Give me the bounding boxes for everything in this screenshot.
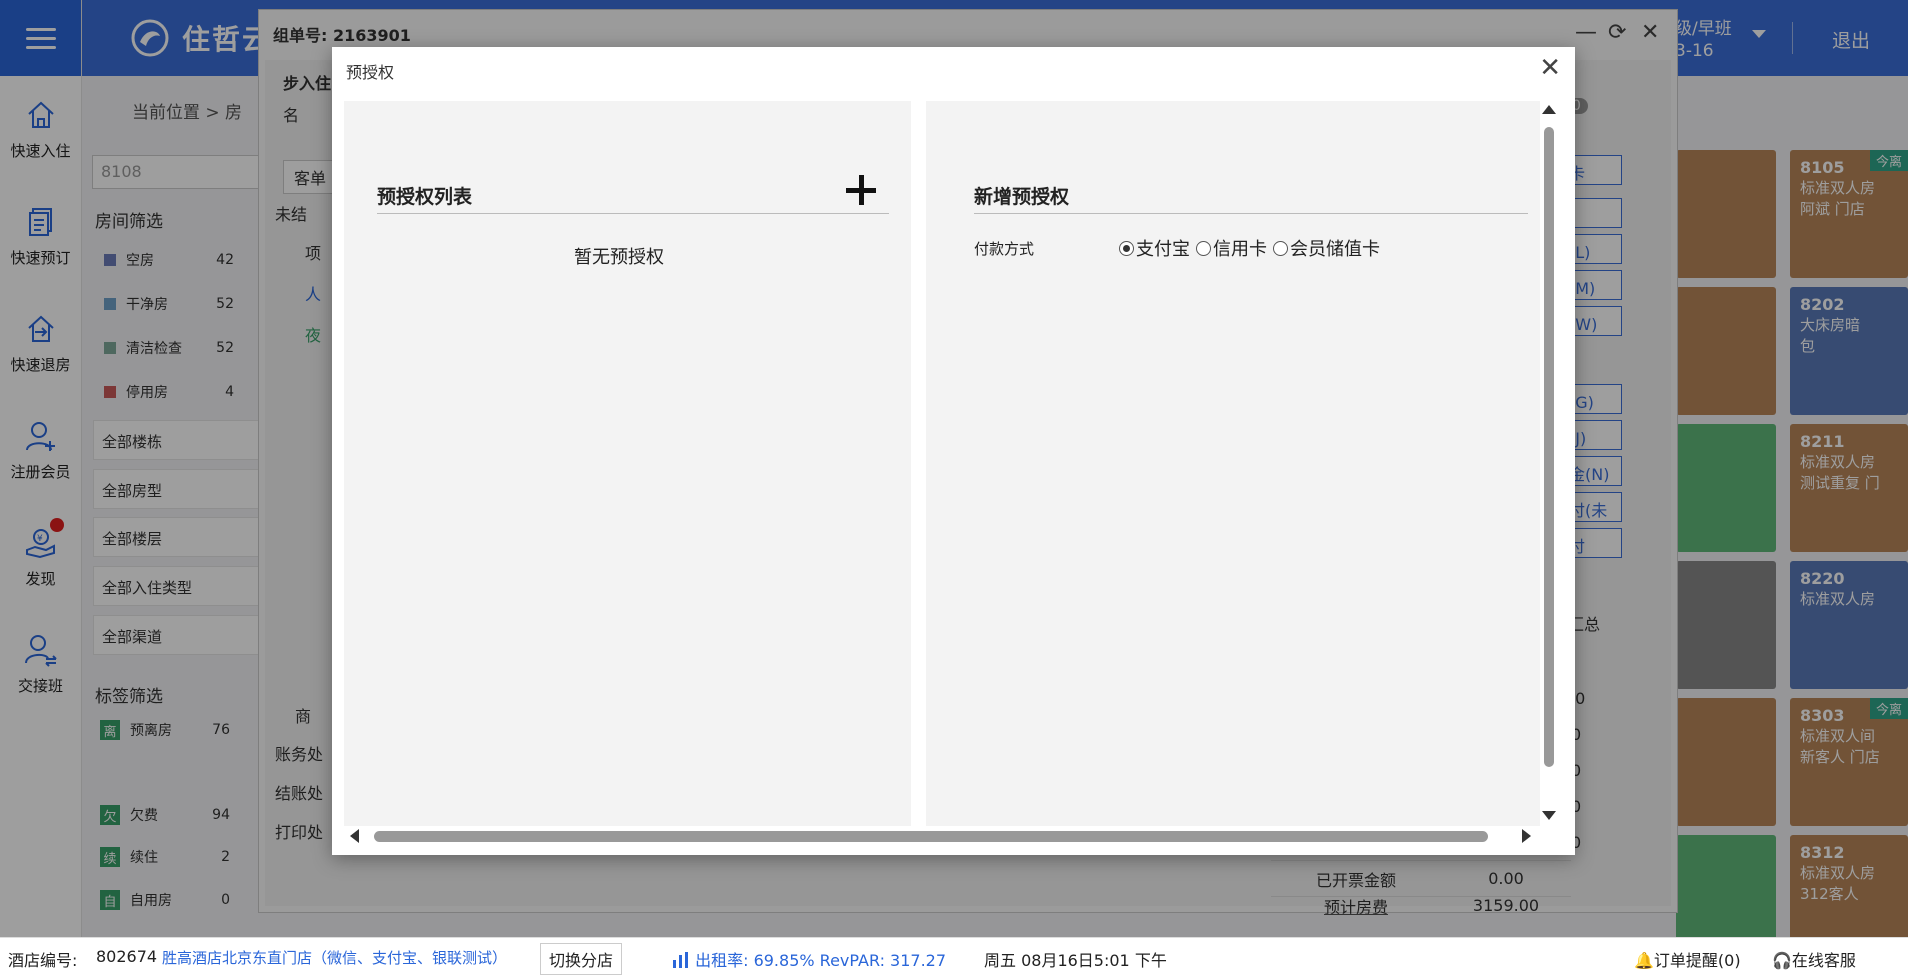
dialog-title: 预授权 <box>346 63 395 82</box>
status-bar: 酒店编号: 802674 胜高酒店北京东直门店（微信、支付宝、银联测试） 切换分… <box>0 937 1908 975</box>
hotel-name[interactable]: 胜高酒店北京东直门店（微信、支付宝、银联测试） <box>162 947 507 968</box>
payment-method-group: 支付宝 信用卡 会员储值卡 <box>1119 235 1386 261</box>
occupancy-text: 出租率: 69.85% RevPAR: 317.27 <box>695 951 947 970</box>
hotel-number: 802674 <box>96 947 158 966</box>
scroll-thumb[interactable] <box>374 831 1488 842</box>
preauth-list-title: 预授权列表 <box>377 186 473 208</box>
online-support[interactable]: 🎧在线客服 <box>1772 947 1856 971</box>
panel-gap <box>911 101 926 826</box>
radio-alipay[interactable]: 支付宝 <box>1119 235 1190 261</box>
radio-label: 会员储值卡 <box>1290 239 1380 260</box>
dialog-body: 预授权列表 暂无预授权 新增预授权 付款方式 支付宝 信用卡 会员储值卡 <box>344 101 1540 826</box>
bar-chart-icon <box>673 952 688 968</box>
scroll-right-icon[interactable] <box>1522 829 1531 843</box>
bell-icon: 🔔 <box>1634 951 1654 970</box>
scroll-left-icon[interactable] <box>350 829 359 843</box>
support-text: 在线客服 <box>1791 951 1856 970</box>
scroll-thumb[interactable] <box>1544 127 1554 767</box>
radio-credit-card[interactable]: 信用卡 <box>1196 235 1267 261</box>
divider <box>974 213 1528 214</box>
payment-method-label: 付款方式 <box>974 240 1035 258</box>
preauth-dialog: 预授权 ✕ 预授权列表 暂无预授权 新增预授权 付款方式 支付宝 信用卡 会员储… <box>332 47 1575 855</box>
scroll-up-icon[interactable] <box>1542 105 1556 114</box>
radio-unchecked-icon <box>1196 240 1211 256</box>
vertical-scrollbar[interactable] <box>1540 101 1556 826</box>
preauth-list-panel: 预授权列表 暂无预授权 <box>344 101 911 826</box>
close-icon[interactable]: ✕ <box>1539 55 1561 81</box>
scroll-down-icon[interactable] <box>1542 811 1556 820</box>
radio-member-card[interactable]: 会员储值卡 <box>1273 235 1380 261</box>
divider <box>377 213 889 214</box>
new-preauth-title: 新增预授权 <box>974 186 1070 208</box>
radio-checked-icon <box>1119 240 1134 256</box>
order-alert-text: 订单提醒(0) <box>1653 951 1741 970</box>
occupancy-stats: 出租率: 69.85% RevPAR: 317.27 <box>672 947 946 971</box>
hotel-number-label: 酒店编号: <box>8 951 78 970</box>
radio-label: 信用卡 <box>1213 239 1267 260</box>
new-preauth-panel: 新增预授权 付款方式 支付宝 信用卡 会员储值卡 <box>926 101 1540 826</box>
switch-branch-button[interactable]: 切换分店 <box>540 943 623 975</box>
radio-unchecked-icon <box>1273 240 1288 256</box>
radio-label: 支付宝 <box>1136 239 1190 260</box>
headset-icon: 🎧 <box>1772 951 1792 970</box>
add-preauth-button[interactable] <box>846 175 876 205</box>
horizontal-scrollbar[interactable] <box>344 826 1540 846</box>
empty-message: 暂无预授权 <box>574 247 664 268</box>
datetime: 周五 08月16日5:01 下午 <box>984 951 1167 970</box>
order-alert[interactable]: 🔔订单提醒(0) <box>1634 947 1741 971</box>
